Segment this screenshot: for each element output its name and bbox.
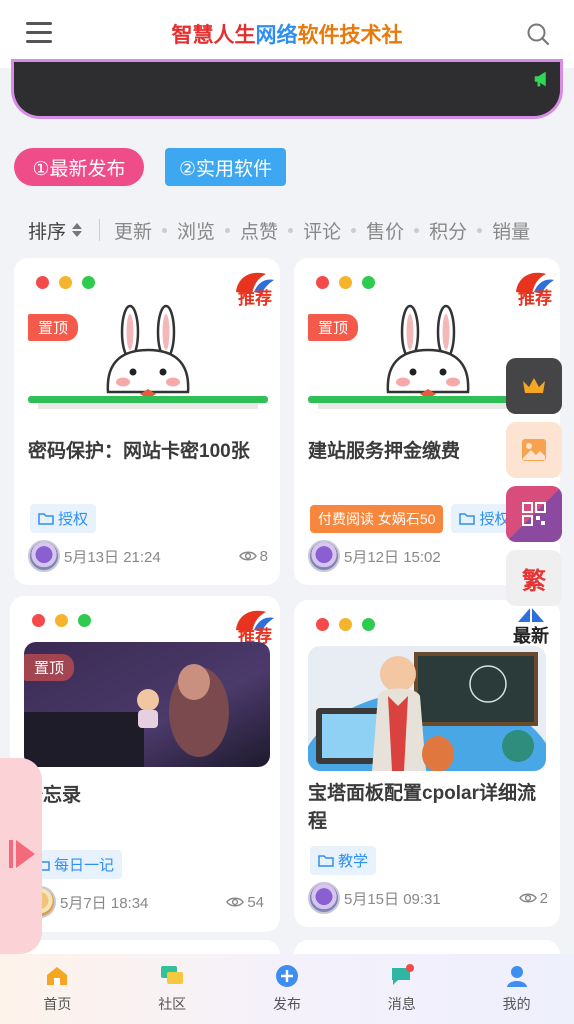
pinned-badge: 置顶 <box>308 314 359 341</box>
window-dots <box>36 276 105 289</box>
dot-separator <box>414 227 420 233</box>
avatar[interactable] <box>308 882 340 914</box>
sort-sales[interactable]: 销量 <box>492 217 530 244</box>
view-count: 54 <box>226 894 264 911</box>
vip-button[interactable] <box>506 358 562 414</box>
tab-profile[interactable]: 我的 <box>459 954 574 1024</box>
category-tag-label: 每日一记 <box>54 857 115 874</box>
post-date: 5月7日 18:34 <box>60 894 149 912</box>
dot-separator <box>288 227 294 233</box>
sort-bar: 排序 更新 浏览 点赞 评论 售价 积分 销量 <box>28 216 558 244</box>
chat-icon <box>161 966 184 984</box>
qrcode-button[interactable] <box>506 486 562 542</box>
post-date: 5月12日 15:02 <box>344 548 441 566</box>
tab-label: 我的 <box>502 996 531 1012</box>
post-cover-image <box>308 646 546 771</box>
folder-icon <box>38 513 54 525</box>
avatar[interactable] <box>308 540 340 572</box>
side-drawer-handle[interactable] <box>0 758 42 954</box>
category-tag[interactable]: 授权 <box>30 504 97 533</box>
view-count-value: 54 <box>247 893 264 911</box>
tab-label: 发布 <box>272 996 301 1012</box>
post-title[interactable]: 密码保护：网站卡密100张 <box>28 438 268 466</box>
dot-separator <box>477 227 483 233</box>
tab-label: 社区 <box>158 996 187 1012</box>
sort-price[interactable]: 售价 <box>366 217 404 244</box>
category-tag[interactable]: 教学 <box>310 846 377 875</box>
pinned-badge: 置顶 <box>28 314 79 341</box>
tab-community[interactable]: 社区 <box>115 954 230 1024</box>
avatar[interactable] <box>28 540 60 572</box>
post-card[interactable]: 推荐 置顶 密码保护：网站卡密100张 授权 5月13日 21:24 8 <box>14 258 280 585</box>
notice-bar[interactable] <box>14 62 560 116</box>
folder-icon <box>459 513 476 525</box>
post-title[interactable]: 宝塔面板配置cpolar详细流程 <box>308 780 548 836</box>
eye-icon <box>518 893 537 903</box>
view-count: 2 <box>518 889 548 907</box>
plus-circle-icon <box>275 965 298 987</box>
dot-separator <box>162 227 168 233</box>
sort-comments[interactable]: 评论 <box>303 217 341 244</box>
message-icon <box>391 964 414 985</box>
post-date: 5月13日 21:24 <box>64 548 161 566</box>
app-title: 智慧人生网络软件技术社 <box>172 19 403 49</box>
window-dots <box>316 276 385 289</box>
menu-icon[interactable] <box>26 22 52 44</box>
app-header: 智慧人生网络软件技术社 <box>0 0 574 68</box>
folder-icon <box>318 855 334 867</box>
tab-label: 消息 <box>387 996 416 1012</box>
latest-release-button[interactable]: ①最新发布 <box>14 148 144 186</box>
view-count-value: 8 <box>259 547 268 565</box>
bottom-tab-bar: 首页 社区 发布 消息 我的 <box>0 954 574 1024</box>
eye-icon <box>238 551 257 561</box>
qrcode-icon <box>522 502 546 526</box>
view-count-value: 2 <box>539 889 548 907</box>
useful-software-button[interactable]: ②实用软件 <box>165 148 286 186</box>
image-icon <box>522 439 546 461</box>
view-count: 8 <box>238 547 268 565</box>
new-logo-icon <box>518 607 544 622</box>
newest-button[interactable]: 最新 <box>506 606 556 648</box>
post-title[interactable]: 备忘录 <box>24 782 264 810</box>
search-icon[interactable] <box>526 22 550 46</box>
sort-update[interactable]: 更新 <box>114 217 152 244</box>
home-icon <box>47 967 68 985</box>
tab-publish[interactable]: 发布 <box>230 954 345 1024</box>
eye-icon <box>226 897 245 907</box>
title-part-2: 网络 <box>255 24 298 47</box>
window-dots <box>316 618 385 631</box>
pinned-badge: 置顶 <box>24 654 75 681</box>
post-card[interactable]: 推荐 置顶 备忘录 每日一记 5月7日 18:34 54 <box>10 596 280 932</box>
title-part-3: 软件技术社 <box>297 24 403 47</box>
play-arrow-icon <box>9 840 35 868</box>
traditional-chinese-button[interactable]: 繁 <box>506 550 562 606</box>
category-tag-label: 授权 <box>58 511 89 528</box>
tab-messages[interactable]: 消息 <box>344 954 459 1024</box>
sort-points[interactable]: 积分 <box>429 217 467 244</box>
sort-likes[interactable]: 点赞 <box>240 217 278 244</box>
paid-reading-badge: 付费阅读 女娲石50 <box>310 504 444 533</box>
megaphone-icon <box>534 71 546 87</box>
post-card[interactable]: 宝塔面板配置cpolar详细流程 教学 5月15日 09:31 2 <box>294 600 560 927</box>
category-tag-label: 教学 <box>338 853 369 870</box>
dot-separator <box>351 227 357 233</box>
newest-label: 最新 <box>513 626 549 647</box>
category-tag-label: 授权 <box>479 511 510 528</box>
dot-separator <box>225 227 231 233</box>
sort-label: 排序 <box>28 221 67 243</box>
user-icon <box>506 966 527 987</box>
sort-toggle[interactable]: 排序 <box>28 217 83 244</box>
image-button[interactable] <box>506 422 562 478</box>
tab-home[interactable]: 首页 <box>0 954 115 1024</box>
window-dots <box>32 614 101 627</box>
crown-icon <box>523 378 545 393</box>
sort-views[interactable]: 浏览 <box>177 217 215 244</box>
sort-arrows-icon <box>72 223 83 237</box>
tab-label: 首页 <box>43 996 72 1012</box>
divider <box>99 219 101 241</box>
post-date: 5月15日 09:31 <box>344 890 441 908</box>
title-part-1: 智慧人生 <box>171 24 256 47</box>
